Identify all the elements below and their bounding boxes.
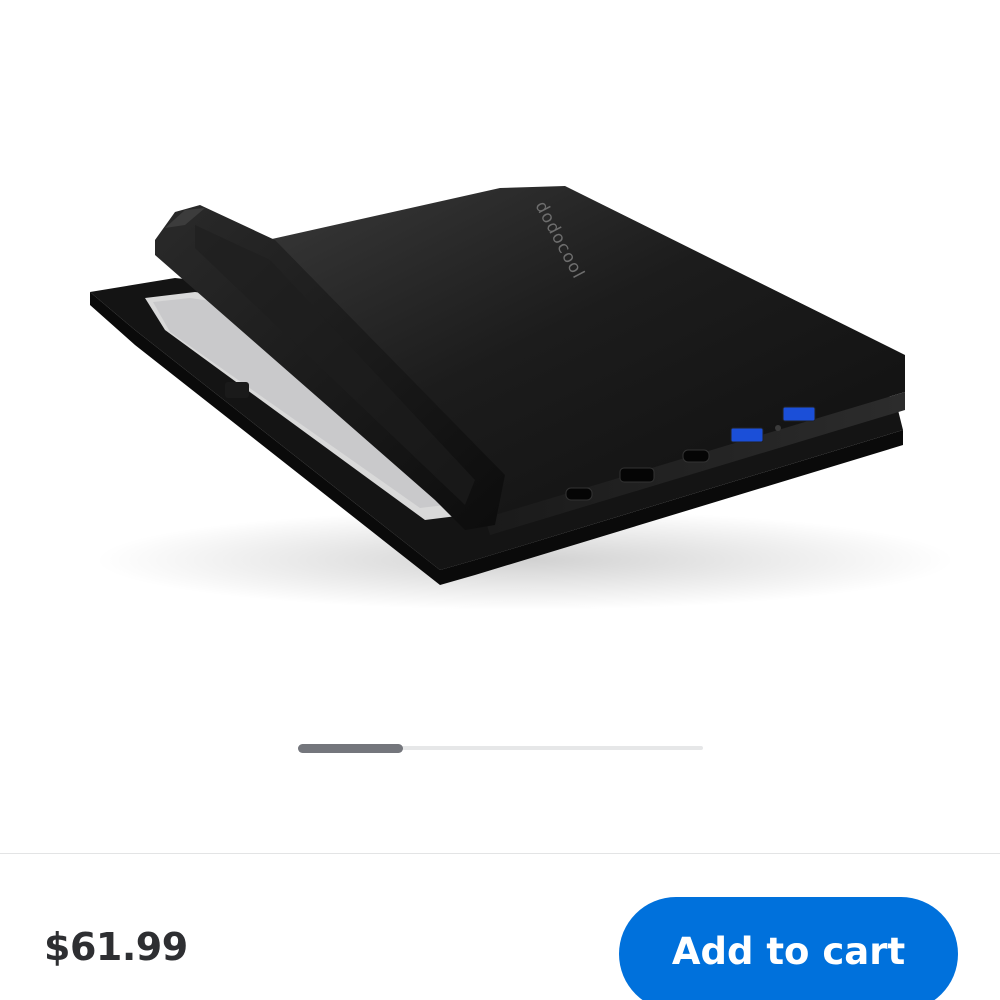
- gallery-scroll-thumb[interactable]: [298, 744, 404, 753]
- gallery-scroll-track[interactable]: [298, 744, 703, 753]
- port-usb-c-1: [565, 487, 593, 501]
- indicator-light: [775, 425, 781, 431]
- port-usb-a-1: [730, 427, 764, 443]
- product-image-gallery[interactable]: dodocool: [45, 0, 1000, 810]
- port-usb-c-2: [682, 449, 710, 463]
- port-hdmi: [619, 467, 655, 483]
- port-usb-a-2: [782, 406, 816, 422]
- product-image[interactable]: dodocool: [45, 0, 1000, 700]
- product-price: $61.99: [44, 925, 188, 969]
- add-to-cart-button[interactable]: Add to cart: [619, 897, 958, 1000]
- frame-clip: [225, 382, 249, 398]
- product-page: dodocool $61.99 Add to cart: [0, 0, 1000, 1000]
